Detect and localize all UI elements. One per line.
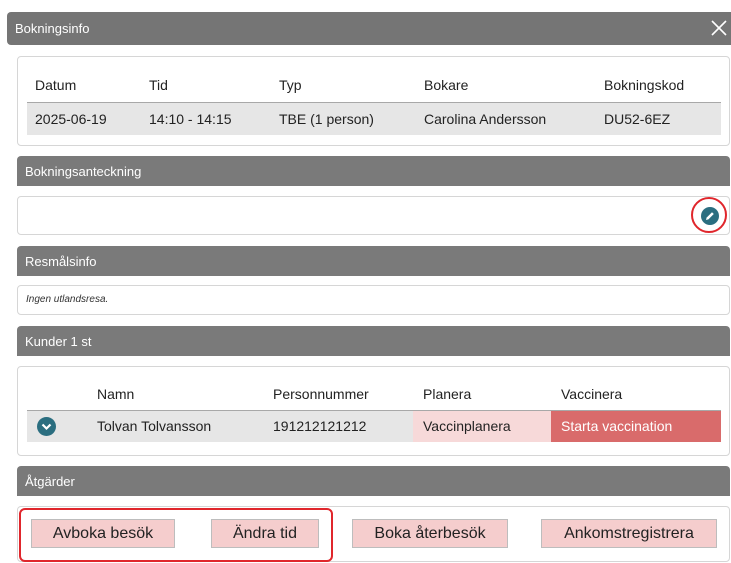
customers-table: Namn Personnummer Planera Vaccinera Tolv… [27, 378, 721, 442]
actions-section-title: Åtgärder [25, 474, 75, 489]
destination-section-header: Resmålsinfo [17, 246, 730, 276]
booking-time: 14:10 - 14:15 [141, 102, 271, 135]
note-section-title: Bokningsanteckning [25, 164, 142, 179]
close-icon[interactable] [707, 16, 731, 40]
pencil-icon[interactable] [701, 207, 719, 225]
book-return-visit-button[interactable]: Boka återbesök [352, 519, 508, 548]
header-bokningskod: Bokningskod [596, 69, 721, 103]
vaccine-plan-link[interactable]: Vaccinplanera [413, 410, 551, 442]
destination-panel: Ingen utlandsresa. [17, 285, 730, 315]
customer-personnummer: 191212121212 [263, 410, 413, 442]
header-vaccinera: Vaccinera [551, 378, 721, 411]
customers-section-header: Kunder 1 st [17, 326, 730, 356]
booking-panel: Datum Tid Typ Bokare Bokningskod 2025-06… [17, 56, 730, 146]
customer-name: Tolvan Tolvansson [87, 410, 263, 442]
booking-code: DU52-6EZ [596, 102, 721, 135]
header-select [27, 378, 87, 411]
customers-header-row: Namn Personnummer Planera Vaccinera [27, 378, 721, 411]
destination-text: Ingen utlandsresa. [26, 294, 109, 305]
dialog-titlebar: Bokningsinfo [7, 12, 731, 45]
table-row: 2025-06-19 14:10 - 14:15 TBE (1 person) … [27, 102, 721, 135]
header-typ: Typ [271, 69, 416, 103]
header-datum: Datum [27, 69, 141, 103]
customers-section-title: Kunder 1 st [25, 334, 92, 349]
chevron-down-icon[interactable] [37, 416, 56, 436]
booking-type: TBE (1 person) [271, 102, 416, 135]
header-personnummer: Personnummer [263, 378, 413, 411]
note-panel [17, 196, 730, 235]
destination-section-title: Resmålsinfo [25, 254, 97, 269]
booking-booker: Carolina Andersson [416, 102, 596, 135]
dialog-title: Bokningsinfo [15, 21, 90, 36]
booking-header-row: Datum Tid Typ Bokare Bokningskod [27, 69, 721, 103]
header-planera: Planera [413, 378, 551, 411]
note-section-header: Bokningsanteckning [17, 156, 730, 186]
actions-highlight-box [19, 508, 333, 562]
booking-date: 2025-06-19 [27, 102, 141, 135]
booking-table: Datum Tid Typ Bokare Bokningskod 2025-06… [27, 69, 721, 135]
header-bokare: Bokare [416, 69, 596, 103]
header-tid: Tid [141, 69, 271, 103]
actions-section-header: Åtgärder [17, 466, 730, 496]
start-vaccination-button[interactable]: Starta vaccination [551, 410, 721, 442]
check-in-button[interactable]: Ankomstregistrera [541, 519, 717, 548]
header-namn: Namn [87, 378, 263, 411]
customer-expand-cell [27, 410, 87, 442]
table-row: Tolvan Tolvansson 191212121212 Vaccinpla… [27, 410, 721, 442]
customers-panel: Namn Personnummer Planera Vaccinera Tolv… [17, 366, 730, 456]
